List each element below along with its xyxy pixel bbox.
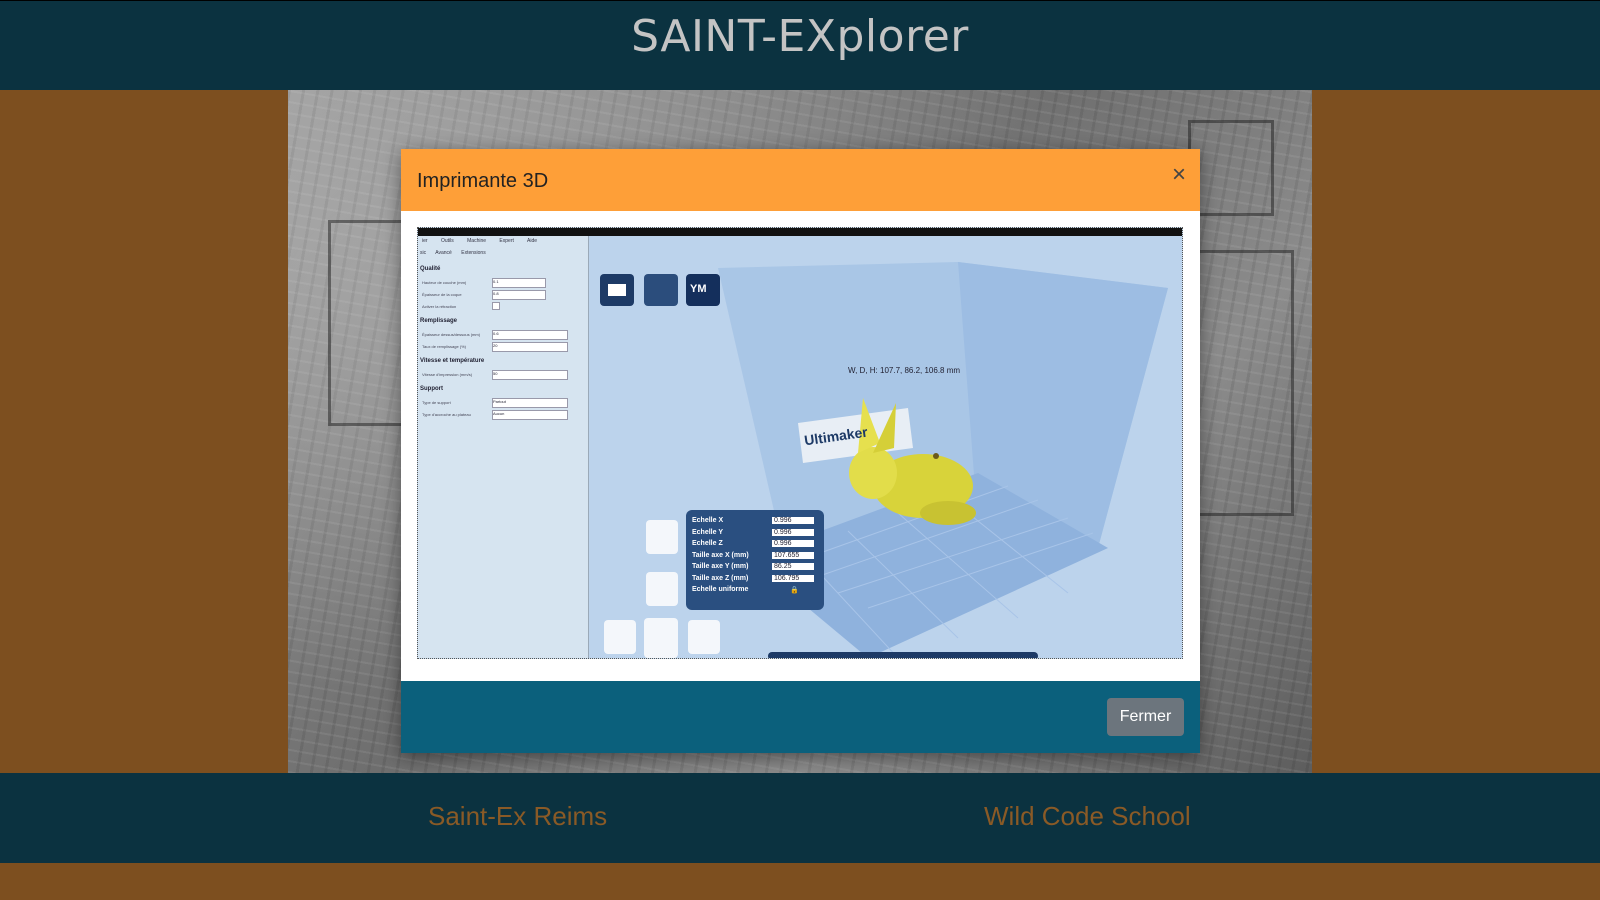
scale-value: 107.655	[772, 551, 814, 559]
video-panel-value: 0.1	[492, 278, 546, 288]
footer-link-wild-code-school[interactable]: Wild Code School	[984, 801, 1191, 832]
scale-label: Echelle X	[692, 517, 724, 524]
scale-value: 86.25	[772, 563, 814, 570]
video-panel-field: Type d'accroche au plateau	[422, 412, 471, 417]
video-panel-tabs: sic Avancé Extensions	[420, 250, 486, 256]
scale-value: 0.996	[772, 528, 814, 536]
menu-item: Outils	[440, 238, 454, 244]
footer-link-saint-ex-reims[interactable]: Saint-Ex Reims	[428, 801, 607, 832]
scale-label: Echelle Y	[692, 528, 724, 536]
menu-item: ier	[422, 238, 428, 244]
video-panel-section: Vitesse et température	[420, 358, 485, 364]
video-menu-bar: ier Outils Machine Expert Aide	[422, 238, 537, 244]
video-panel-value: 0.6	[492, 330, 568, 340]
video-panel-section: Support	[420, 386, 443, 392]
modal-dialog: Imprimante 3D × ier Outils Machine Exper…	[401, 149, 1200, 753]
site-header: SAINT-EXplorer	[0, 0, 1600, 90]
video-panel-field: Hauteur de couche (mm)	[422, 280, 467, 285]
panel-tab: Avancé	[435, 250, 452, 256]
scale-label: Taille axe X (mm)	[692, 551, 749, 559]
modal-title: Imprimante 3D	[417, 170, 549, 192]
scale-label: Taille axe Y (mm)	[692, 563, 749, 570]
scale-value: 106.795	[772, 574, 814, 582]
video-panel-field: Activer la rétraction	[422, 304, 457, 309]
lock-icon: 🔒	[790, 587, 799, 594]
video-panel-section: Remplissage	[420, 318, 458, 324]
modal-footer: Fermer	[401, 681, 1200, 753]
menu-item: Expert	[499, 238, 514, 244]
video-panel-field: Épaisseur de la coque	[422, 292, 462, 297]
toolbar-logo: YM	[690, 283, 707, 295]
video-panel-value: 0.8	[492, 290, 546, 300]
video-panel-value: Partout	[492, 398, 568, 408]
video-panel-field: Type de support	[422, 400, 451, 405]
scale-label: Echelle Z	[692, 540, 723, 547]
scale-value: 0.996	[772, 540, 814, 547]
menu-item: Machine	[467, 238, 487, 244]
scale-panel: Echelle X 0.996 Echelle Y 0.996 Echelle Z 0…	[692, 517, 818, 598]
video-panel-value: 20	[492, 342, 568, 352]
modal-header: Imprimante 3D ×	[401, 149, 1200, 211]
panel-tab: sic	[420, 250, 427, 256]
video-panel-field: Épaisseur dessus/dessous (mm)	[422, 332, 481, 337]
video-panel-value: Aucun	[492, 410, 568, 420]
close-button[interactable]: Fermer	[1107, 698, 1184, 736]
video-panel-field: Vitesse d'impression (mm/s)	[422, 372, 473, 377]
scale-label: Echelle uniforme	[692, 586, 749, 593]
menu-item: Aide	[527, 238, 538, 244]
video-panel-value	[492, 302, 500, 310]
video-player[interactable]: ier Outils Machine Expert Aide sic Avanc…	[417, 227, 1183, 659]
site-footer: Saint-Ex Reims Wild Code School	[0, 773, 1600, 863]
dimensions-text: W, D, H: 107.7, 86.2, 106.8 mm	[848, 366, 961, 375]
close-icon[interactable]: ×	[1172, 163, 1186, 187]
video-panel-value: 50	[492, 370, 568, 380]
site-title: SAINT-EXplorer	[631, 11, 969, 62]
scale-label: Taille axe Z (mm)	[692, 574, 749, 582]
video-panel-field: Taux de remplissage (%)	[422, 344, 467, 349]
scale-value: 0.996	[772, 517, 814, 524]
video-panel-section: Qualité	[420, 266, 441, 272]
panel-tab: Extensions	[461, 250, 486, 256]
